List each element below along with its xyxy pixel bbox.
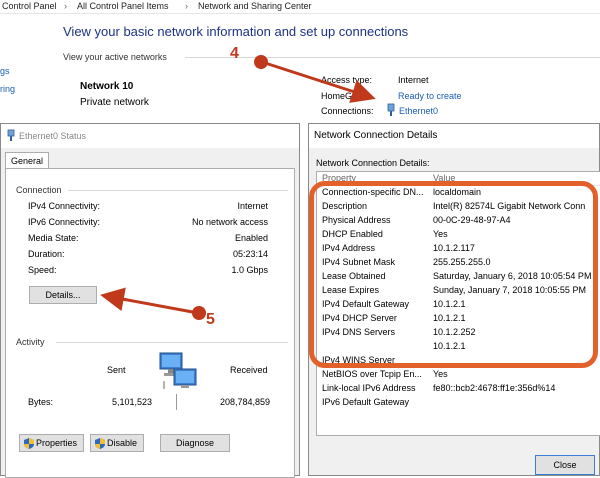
callout-arrows (100, 60, 376, 315)
callout-number-4: 4 (230, 45, 239, 62)
callout-arrow-5 (100, 287, 199, 315)
callout-dot-4 (254, 55, 268, 69)
callout-dot-5 (192, 306, 206, 320)
callout-arrow-4 (261, 60, 376, 103)
callout-number-5: 5 (206, 311, 215, 328)
